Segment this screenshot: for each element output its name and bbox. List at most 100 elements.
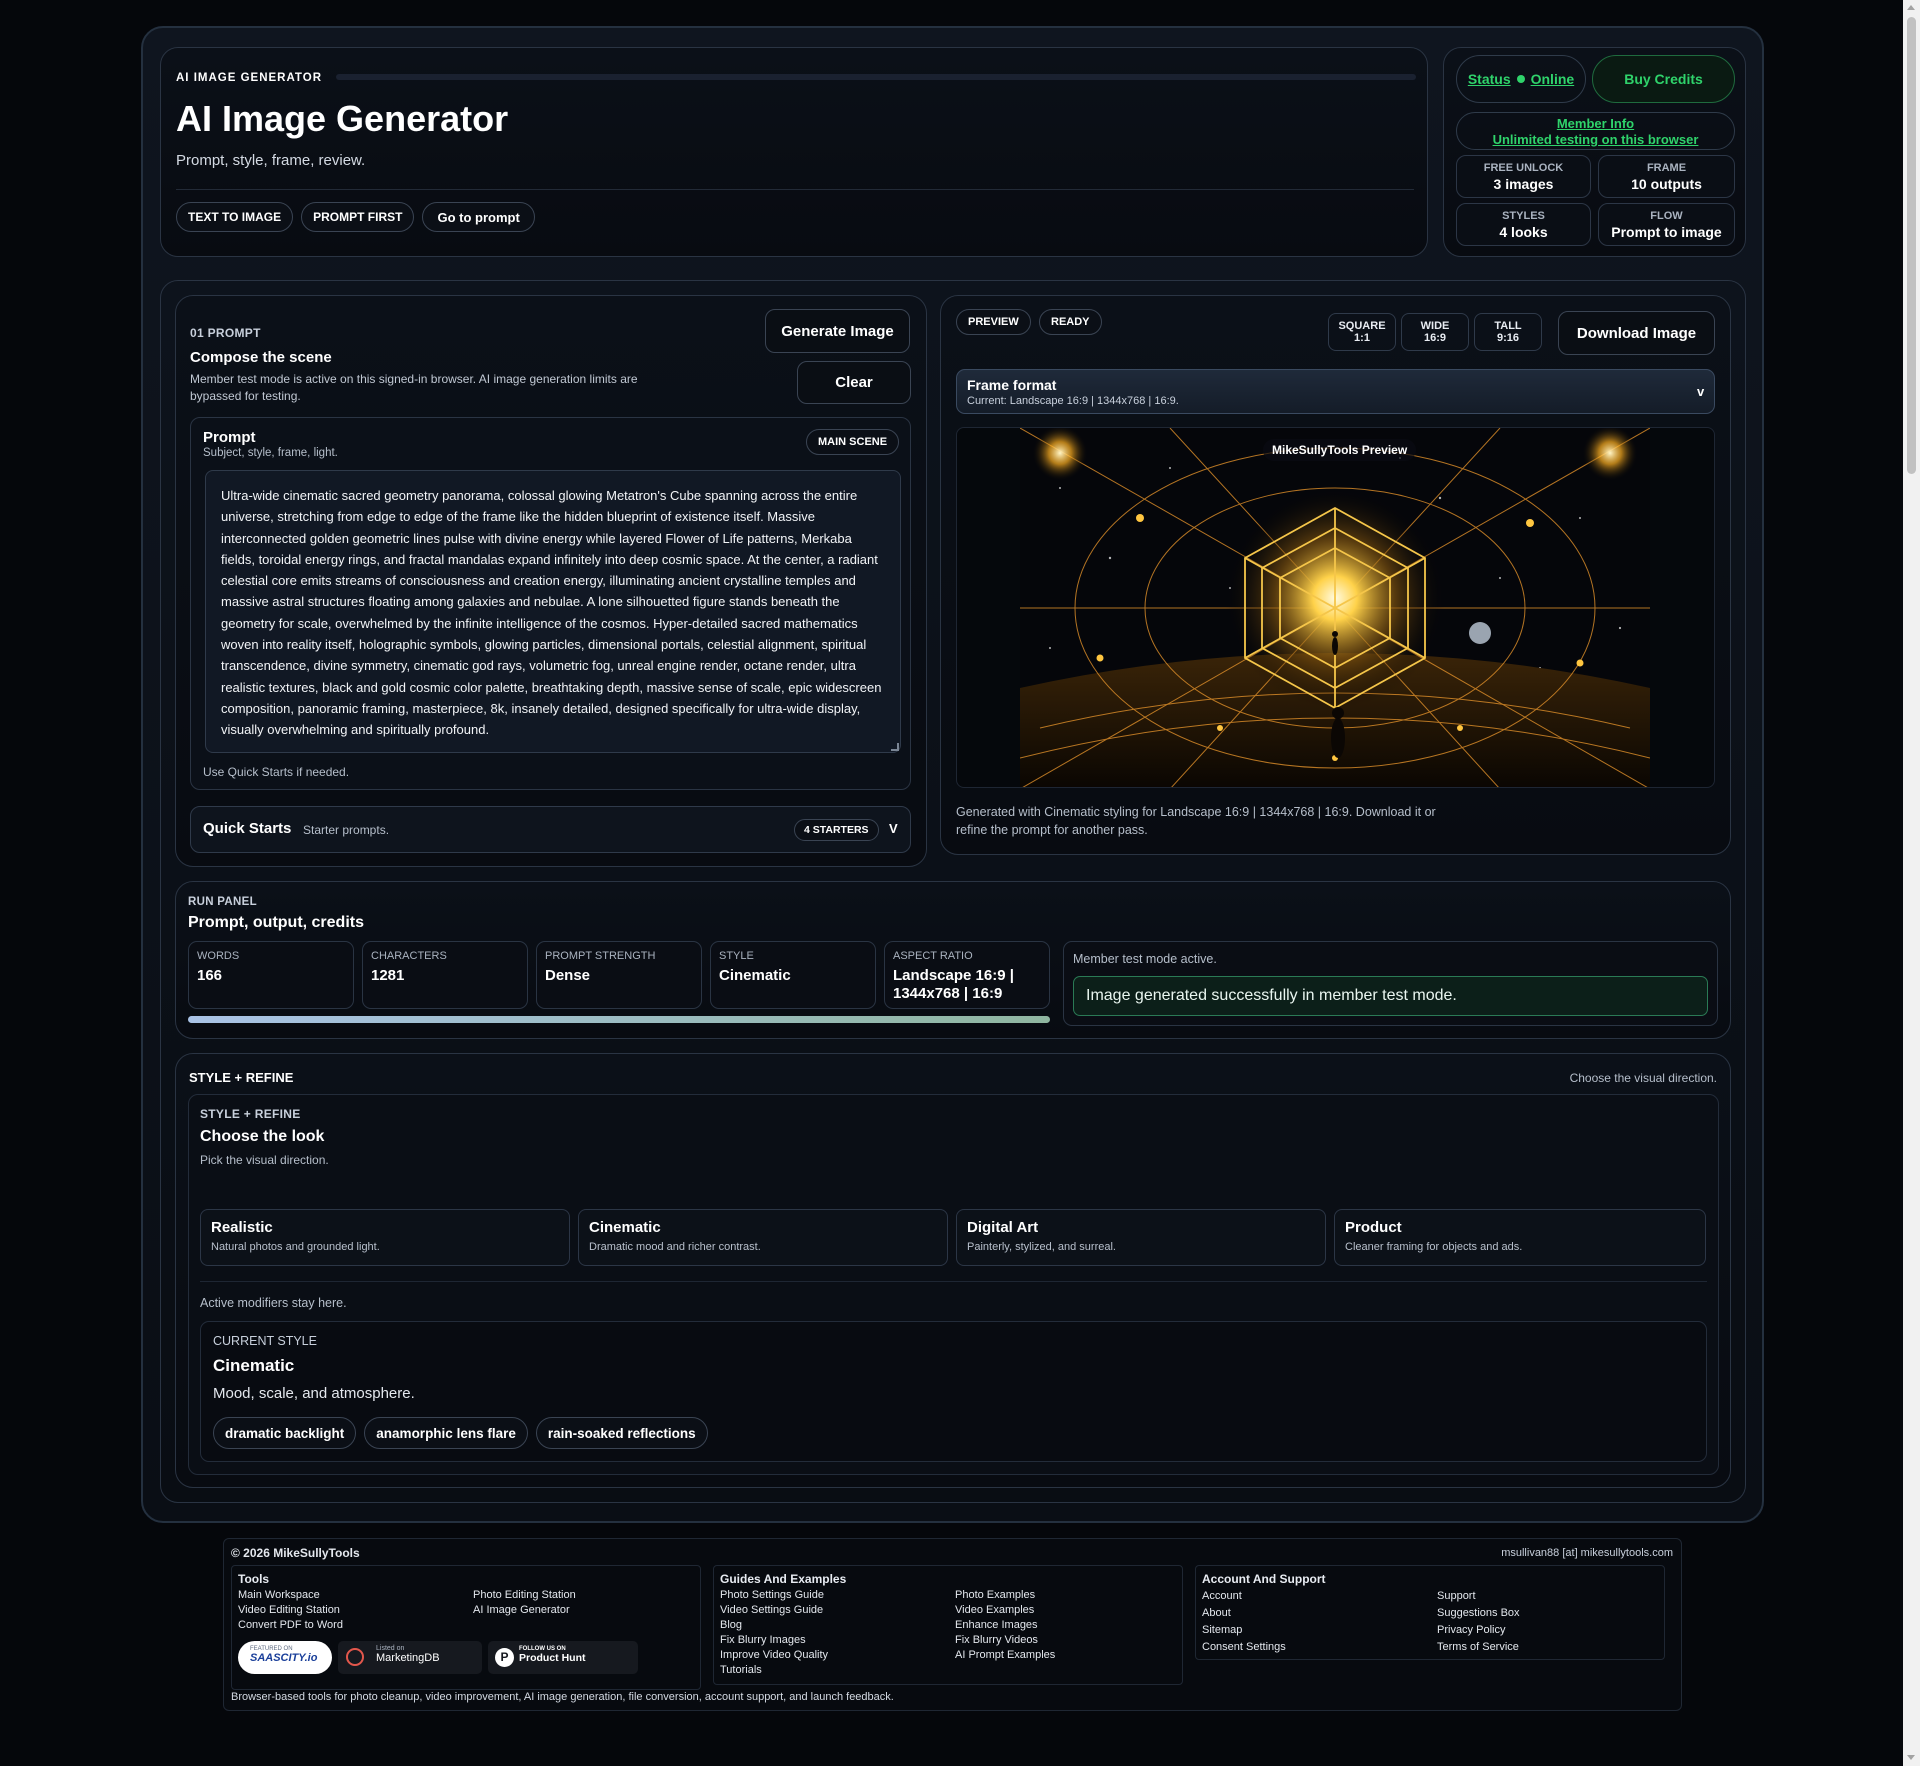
- style-card-digital-art[interactable]: Digital Art Painterly, stylized, and surr…: [956, 1209, 1326, 1266]
- scrollbar-thumb[interactable]: [1907, 17, 1916, 474]
- prompt-box-title: Prompt: [203, 429, 256, 446]
- tag-rain-soaked-reflections[interactable]: rain-soaked reflections: [535, 1417, 708, 1449]
- footer-link[interactable]: Suggestions Box: [1437, 1605, 1520, 1622]
- footer-link[interactable]: Video Settings Guide: [720, 1603, 828, 1618]
- page-title: AI Image Generator: [176, 98, 509, 139]
- chevron-down-icon: v: [1697, 384, 1705, 399]
- footer-link[interactable]: Enhance Images: [955, 1618, 1055, 1633]
- footer-link[interactable]: Photo Editing Station: [473, 1588, 576, 1603]
- footer-link[interactable]: Terms of Service: [1437, 1639, 1520, 1656]
- metric-words: WORDS 166: [188, 941, 354, 1009]
- footer-link[interactable]: Sitemap: [1202, 1622, 1286, 1639]
- style-inner-sub: Pick the visual direction.: [200, 1153, 329, 1167]
- member-info-sub: Unlimited testing on this browser: [1492, 132, 1699, 147]
- footer-link[interactable]: Main Workspace: [238, 1588, 343, 1603]
- clear-button[interactable]: Clear: [797, 361, 911, 404]
- footer-guides: Guides And Examples Photo Settings Guide…: [713, 1565, 1183, 1685]
- metric-characters: CHARACTERS 1281: [362, 941, 528, 1009]
- run-panel-eyebrow: RUN PANEL: [188, 896, 257, 908]
- badge-name: Product Hunt: [519, 1652, 586, 1664]
- footer-link[interactable]: Fix Blurry Images: [720, 1633, 828, 1648]
- prompt-box: Prompt Subject, style, frame, light. MAI…: [190, 417, 911, 790]
- footer-link[interactable]: Video Examples: [955, 1603, 1055, 1618]
- ready-chip: READY: [1039, 309, 1102, 335]
- footer-link[interactable]: Account: [1202, 1588, 1286, 1605]
- ratio-wide-button[interactable]: WIDE 16:9: [1401, 313, 1469, 351]
- preview-chip: PREVIEW: [956, 309, 1031, 335]
- success-message: Image generated successfully in member t…: [1073, 976, 1708, 1016]
- ratio-wide-value: 16:9: [1423, 332, 1447, 344]
- footer-link[interactable]: Privacy Policy: [1437, 1622, 1520, 1639]
- footer-link[interactable]: Tutorials: [720, 1663, 828, 1678]
- member-info-title: Member Info: [1556, 116, 1635, 131]
- footer-copyright: © 2026 MikeSullyTools: [231, 1546, 360, 1560]
- progress-track: [188, 1016, 1050, 1023]
- status-panel: Status Online Buy Credits Member Info Un…: [1443, 47, 1746, 257]
- footer-link[interactable]: Video Editing Station: [238, 1603, 343, 1618]
- generate-image-button[interactable]: Generate Image: [765, 309, 910, 353]
- style-inner-title: Choose the look: [200, 1128, 325, 1145]
- saascity-badge[interactable]: FEATURED ON SAASCITY.io: [238, 1641, 332, 1674]
- footer: © 2026 MikeSullyTools msullivan88 [at] m…: [223, 1538, 1682, 1711]
- footer-link[interactable]: Blog: [720, 1618, 828, 1633]
- image-preview-frame: MikeSullyTools Preview: [956, 427, 1715, 788]
- footer-link[interactable]: Improve Video Quality: [720, 1648, 828, 1663]
- stat-frame: FRAME 10 outputs: [1598, 155, 1735, 198]
- ratio-tall-button[interactable]: TALL 9:16: [1474, 313, 1542, 351]
- buy-credits-button[interactable]: Buy Credits: [1592, 55, 1735, 103]
- footer-link[interactable]: Consent Settings: [1202, 1639, 1286, 1656]
- style-card-product[interactable]: Product Cleaner framing for objects and a…: [1334, 1209, 1706, 1266]
- go-to-prompt-button[interactable]: Go to prompt: [422, 202, 535, 232]
- resize-handle-icon[interactable]: [891, 743, 899, 751]
- footer-link[interactable]: Fix Blurry Videos: [955, 1633, 1055, 1648]
- style-card-cinematic[interactable]: Cinematic Dramatic mood and richer contra…: [578, 1209, 948, 1266]
- magnifier-icon: [346, 1648, 364, 1666]
- ratio-wide-label: WIDE: [1420, 320, 1450, 332]
- tag-dramatic-backlight[interactable]: dramatic backlight: [213, 1417, 357, 1449]
- metrics-row: WORDS 166 CHARACTERS 1281 PROMPT STRENGTH D…: [188, 941, 1050, 1011]
- footer-link[interactable]: Convert PDF to Word: [238, 1618, 343, 1633]
- mode-note: Member test mode active.: [1073, 952, 1217, 966]
- quick-starts-toggle[interactable]: Quick Starts Starter prompts. 4 STARTERS…: [190, 806, 911, 853]
- header-eyebrow-line: [336, 74, 1416, 80]
- chevron-down-icon: V: [889, 821, 898, 836]
- status-pill[interactable]: Status Online: [1456, 55, 1586, 103]
- footer-account: Account And Support Account About Sitema…: [1195, 1565, 1665, 1660]
- frame-format-current: Current: Landscape 16:9 | 1344x768 | 16:…: [967, 395, 1179, 407]
- footer-link[interactable]: Photo Settings Guide: [720, 1588, 828, 1603]
- current-style-desc: Mood, scale, and atmosphere.: [213, 1385, 415, 1402]
- scrollbar-up-arrow-icon[interactable]: [1907, 5, 1915, 10]
- modifier-tags: dramatic backlight anamorphic lens flare…: [213, 1417, 708, 1449]
- footer-link[interactable]: Photo Examples: [955, 1588, 1055, 1603]
- badge-name: MarketingDB: [376, 1652, 440, 1664]
- footer-link[interactable]: AI Prompt Examples: [955, 1648, 1055, 1663]
- prompt-textarea[interactable]: Ultra-wide cinematic sacred geometry pan…: [205, 470, 901, 753]
- product-hunt-icon: P: [495, 1648, 514, 1667]
- metric-style: STYLE Cinematic: [710, 941, 876, 1009]
- footer-guides-title: Guides And Examples: [720, 1572, 847, 1586]
- scrollbar-down-arrow-icon[interactable]: [1907, 1755, 1915, 1760]
- member-info-link[interactable]: Member Info Unlimited testing on this br…: [1456, 112, 1735, 150]
- ratio-square-button[interactable]: SQUARE 1:1: [1328, 313, 1396, 351]
- preview-watermark: MikeSullyTools Preview: [1263, 439, 1417, 461]
- status-dot-icon: [1516, 75, 1525, 83]
- preview-caption: Generated with Cinematic styling for Lan…: [956, 805, 1436, 837]
- footer-account-title: Account And Support: [1202, 1572, 1326, 1586]
- scrollbar-track[interactable]: [1903, 0, 1920, 1766]
- style-cards: Realistic Natural photos and grounded lig…: [200, 1209, 1707, 1267]
- style-divider: [200, 1281, 1707, 1282]
- footer-link[interactable]: About: [1202, 1605, 1286, 1622]
- style-inner: STYLE + REFINE Choose the look Pick the …: [188, 1094, 1719, 1475]
- footer-link[interactable]: Support: [1437, 1588, 1520, 1605]
- frame-format-select[interactable]: Frame format Current: Landscape 16:9 | 1…: [956, 369, 1715, 414]
- producthunt-badge[interactable]: P FOLLOW US ON Product Hunt: [488, 1641, 638, 1674]
- style-card-realistic[interactable]: Realistic Natural photos and grounded lig…: [200, 1209, 570, 1266]
- quick-starts-title: Quick Starts: [203, 820, 292, 837]
- tag-anamorphic-lens-flare[interactable]: anamorphic lens flare: [364, 1417, 528, 1449]
- footer-link[interactable]: AI Image Generator: [473, 1603, 576, 1618]
- marketingdb-badge[interactable]: Listed on MarketingDB: [338, 1641, 482, 1674]
- prompt-hint: Use Quick Starts if needed.: [203, 765, 350, 779]
- download-image-button[interactable]: Download Image: [1558, 311, 1715, 355]
- ratio-tall-label: TALL: [1494, 320, 1522, 332]
- stat-free-unlock: FREE UNLOCK 3 images: [1456, 155, 1591, 198]
